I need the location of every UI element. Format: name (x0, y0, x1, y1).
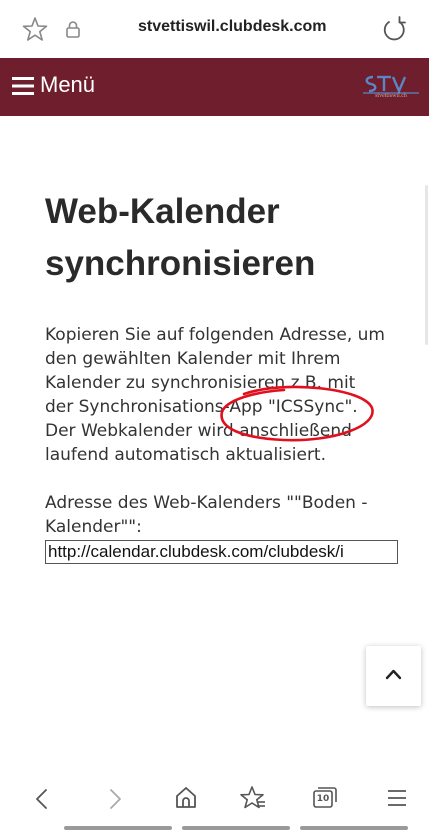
browser-address-bar: stvettiswil.clubdesk.com (0, 0, 429, 58)
address-label-line-1: Adresse des Web-Kalenders ""Boden - (45, 493, 368, 513)
lock-icon (66, 21, 80, 38)
chevron-up-icon (385, 669, 402, 680)
stv-logo-icon[interactable] (361, 71, 421, 105)
description-line: der Synchronisations-App "ICSSync". (45, 397, 358, 417)
browser-bottom-bar: 10 (0, 764, 429, 830)
page-title: Web-Kalender synchronisieren (45, 186, 405, 290)
bookmarks-icon[interactable] (240, 785, 266, 811)
forward-icon[interactable] (109, 788, 123, 810)
calendar-url-field[interactable] (45, 540, 398, 564)
gesture-bar (182, 826, 290, 830)
address-url[interactable]: stvettiswil.clubdesk.com (138, 18, 327, 36)
description-line: Der Webkalender wird anschließend (45, 421, 352, 441)
address-label-line-2: Kalender"": (45, 517, 142, 537)
description-line: Kalender zu synchronisieren z.B. mit (45, 373, 356, 393)
gesture-bar (300, 826, 408, 830)
address-label: Adresse des Web-Kalenders ""Boden - Kale… (45, 491, 405, 539)
back-icon[interactable] (34, 788, 48, 810)
hamburger-menu-icon[interactable] (12, 76, 34, 96)
description-paragraph: Kopieren Sie auf folgenden Adresse, um d… (45, 323, 405, 467)
page-title-line-1: Web-Kalender (45, 192, 280, 231)
description-line: Kopieren Sie auf folgenden Adresse, um (45, 325, 385, 345)
tabs-button[interactable]: 10 (313, 786, 337, 808)
main-content: Web-Kalender synchronisieren Kopieren Si… (45, 186, 405, 564)
scroll-to-top-button[interactable] (366, 646, 421, 706)
tabs-count: 10 (316, 794, 330, 804)
bookmark-star-icon[interactable] (22, 16, 48, 42)
menu-icon[interactable] (387, 789, 407, 807)
reload-icon[interactable] (381, 15, 407, 43)
description-line: den gewählten Kalender mit Ihrem (45, 349, 341, 369)
logo-text: stvettiswil.ch (375, 93, 407, 99)
home-icon[interactable] (175, 786, 197, 810)
scroll-indicator (425, 185, 428, 345)
description-line: laufend automatisch aktualisiert. (45, 445, 326, 465)
page-title-line-2: synchronisieren (45, 244, 316, 283)
menu-label[interactable]: Menü (40, 72, 95, 98)
gesture-bar (64, 826, 172, 830)
site-menu-bar: Menü stvettiswil.ch (0, 58, 429, 116)
